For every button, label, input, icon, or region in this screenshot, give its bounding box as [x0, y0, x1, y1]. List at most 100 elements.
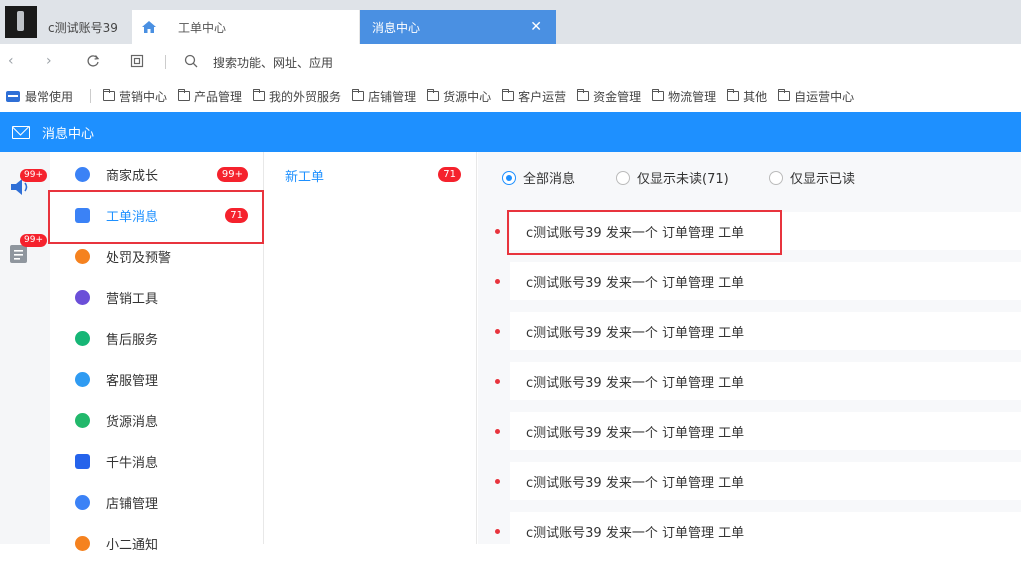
message-item[interactable]: c测试账号39 发来一个 订单管理 工单 — [510, 262, 1021, 300]
bookmark-folder-label: 资金管理 — [593, 89, 642, 104]
message-item[interactable]: c测试账号39 发来一个 订单管理 工单 — [510, 312, 1021, 350]
bookmark-folder[interactable]: 自运营中心 — [778, 88, 854, 105]
category-item[interactable]: 营销工具 — [50, 277, 263, 318]
category-label: 售后服务 — [106, 333, 159, 348]
folder-icon — [352, 89, 365, 101]
bookmark-folder-label: 货源中心 — [443, 89, 492, 104]
bookmark-divider — [90, 89, 92, 103]
bookmark-folder[interactable]: 营销中心 — [103, 88, 167, 105]
category-label: 千牛消息 — [106, 456, 159, 471]
home-icon — [142, 21, 156, 33]
bookmarks-bar: 最常使用 营销中心 产品管理 我的外贸服务 店铺管理 货源中心 客户运营 资金管理 物流管理 其… — [0, 80, 1021, 112]
filter-read[interactable]: 仅显示已读 — [769, 168, 855, 187]
mail-icon — [12, 125, 30, 139]
warning-icon — [75, 249, 90, 264]
category-item[interactable]: 货源消息 — [50, 400, 263, 441]
user-avatar[interactable] — [5, 6, 37, 38]
tab-account-label: c测试账号39 — [48, 20, 118, 35]
bookmark-folder[interactable]: 资金管理 — [577, 88, 641, 105]
document-icon[interactable] — [9, 244, 29, 264]
customer-service-icon — [75, 372, 90, 387]
bookmark-folder-label: 店铺管理 — [368, 89, 417, 104]
folder-icon — [577, 89, 590, 101]
tab-workorder-center[interactable]: 工单中心 — [166, 10, 360, 44]
unread-dot — [495, 529, 500, 534]
bookmark-folder[interactable]: 产品管理 — [178, 88, 242, 105]
marketing-icon — [75, 290, 90, 305]
filter-read-label: 仅显示已读 — [790, 172, 856, 187]
bookmark-folder[interactable]: 其他 — [727, 88, 767, 105]
forward-icon[interactable]: › — [46, 53, 52, 69]
message-text: c测试账号39 发来一个 订单管理 工单 — [526, 475, 745, 491]
filter-unread-label: 仅显示未读(71) — [637, 172, 729, 187]
close-tab-icon[interactable]: ✕ — [530, 19, 542, 35]
filter-all-label: 全部消息 — [523, 172, 576, 187]
aftersale-icon — [75, 331, 90, 346]
unread-dot — [495, 329, 500, 334]
filter-unread[interactable]: 仅显示未读(71) — [616, 168, 729, 187]
tab-message-center[interactable]: 消息中心 ✕ — [360, 10, 556, 44]
unread-dot — [495, 229, 500, 234]
folder-icon — [103, 89, 116, 101]
folder-icon — [178, 89, 191, 101]
filter-read-radio[interactable] — [769, 170, 783, 185]
highlight-box — [48, 190, 264, 244]
folder-icon — [427, 89, 440, 101]
category-item[interactable]: 店铺管理 — [50, 482, 263, 523]
app-header: 消息中心 — [0, 112, 1021, 152]
bookmark-frequent-label: 最常使用 — [25, 89, 74, 104]
message-text: c测试账号39 发来一个 订单管理 工单 — [526, 425, 745, 441]
left-icon-rail: 99+ 99+ — [0, 152, 50, 544]
bookmark-folder[interactable]: 我的外贸服务 — [253, 88, 341, 105]
filter-all-radio[interactable] — [502, 170, 516, 185]
bookmark-folder[interactable]: 物流管理 — [652, 88, 716, 105]
category-label: 商家成长 — [106, 169, 159, 184]
message-text: c测试账号39 发来一个 订单管理 工单 — [526, 375, 745, 391]
subcategory-list: 新工单 71 — [263, 152, 477, 544]
message-text: c测试账号39 发来一个 订单管理 工单 — [526, 275, 745, 291]
folder-icon — [502, 89, 515, 101]
store-icon — [75, 495, 90, 510]
search-input[interactable]: 搜索功能、网址、应用 — [213, 54, 333, 71]
folder-icon — [652, 89, 665, 101]
message-item[interactable]: c测试账号39 发来一个 订单管理 工单 — [510, 362, 1021, 400]
qianniu-icon — [75, 454, 90, 469]
message-item[interactable]: c测试账号39 发来一个 订单管理 工单 — [510, 412, 1021, 450]
tab-message-label: 消息中心 — [372, 20, 421, 35]
bookmark-folder-label: 营销中心 — [119, 89, 168, 104]
tab-account[interactable]: c测试账号39 — [40, 10, 132, 44]
folder-icon — [253, 89, 266, 101]
document-badge: 99+ — [20, 234, 47, 247]
filter-all[interactable]: 全部消息 — [502, 168, 575, 187]
category-item[interactable]: 售后服务 — [50, 318, 263, 359]
page-title: 消息中心 — [42, 126, 95, 142]
message-item[interactable]: c测试账号39 发来一个 订单管理 工单 — [510, 512, 1021, 550]
tab-home[interactable] — [132, 10, 166, 44]
category-item[interactable]: 千牛消息 — [50, 441, 263, 482]
message-text: c测试账号39 发来一个 订单管理 工单 — [526, 325, 745, 341]
unread-dot — [495, 279, 500, 284]
tab-workorder-label: 工单中心 — [178, 20, 227, 35]
unread-dot — [495, 429, 500, 434]
back-icon[interactable]: ‹ — [8, 53, 14, 69]
message-item[interactable]: c测试账号39 发来一个 订单管理 工单 — [510, 462, 1021, 500]
bookmark-folder-label: 产品管理 — [194, 89, 243, 104]
bookmark-folder-label: 物流管理 — [668, 89, 717, 104]
frequent-icon — [6, 91, 20, 102]
category-item[interactable]: 商家成长 99+ — [50, 154, 263, 195]
bookmark-folder[interactable]: 货源中心 — [427, 88, 491, 105]
refresh-icon[interactable] — [86, 54, 100, 68]
bookmark-folders: 营销中心 产品管理 我的外贸服务 店铺管理 货源中心 客户运营 资金管理 物流管理 其他 自运营中… — [103, 88, 865, 105]
browser-tab-bar: c测试账号39 工单中心 消息中心 ✕ — [0, 0, 1021, 44]
search-icon — [184, 54, 198, 68]
subcategory-new-ticket[interactable]: 新工单 71 — [264, 157, 476, 191]
bookmark-frequent[interactable]: 最常使用 — [6, 88, 73, 105]
filter-unread-radio[interactable] — [616, 170, 630, 185]
bookmark-folder[interactable]: 客户运营 — [502, 88, 566, 105]
bookmark-folder[interactable]: 店铺管理 — [352, 88, 416, 105]
category-item[interactable]: 客服管理 — [50, 359, 263, 400]
address-bar: ‹ › 搜索功能、网址、应用 — [0, 44, 1021, 80]
subcategory-badge: 71 — [438, 167, 461, 182]
bookmark-page-icon[interactable] — [130, 54, 144, 68]
unread-dot — [495, 379, 500, 384]
